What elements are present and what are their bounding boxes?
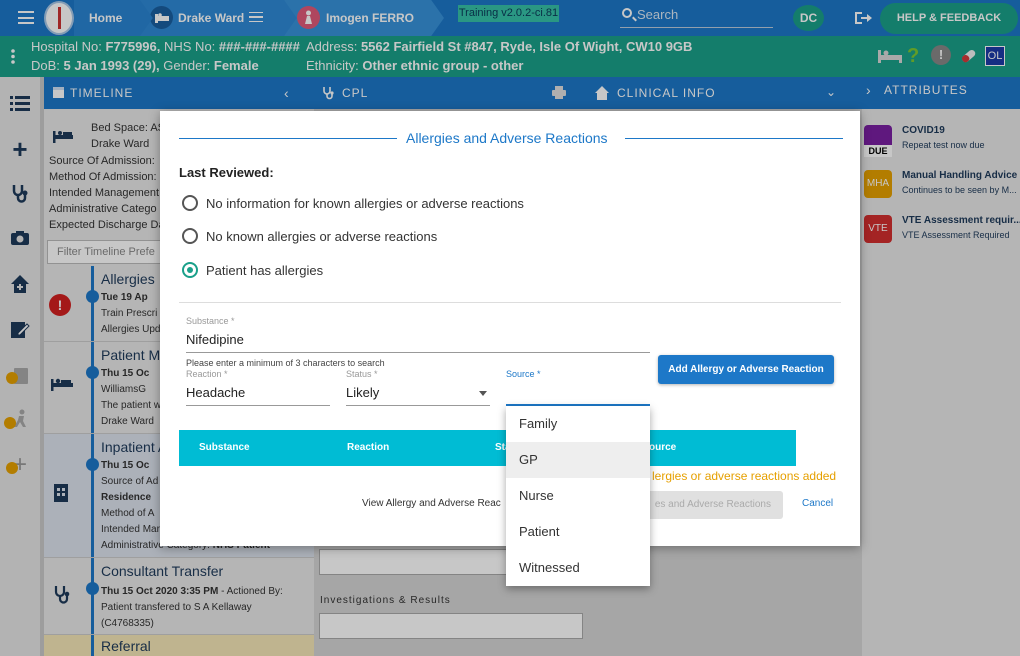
radio-no-known[interactable]: No known allergies or adverse reactions: [182, 228, 542, 246]
reaction-value: Headache: [186, 385, 246, 400]
column-source: ource: [649, 442, 677, 453]
radio-label: No information for known allergies or ad…: [206, 196, 524, 211]
divider: [179, 302, 841, 303]
dropdown-arrow-icon: [479, 391, 487, 396]
radio-label: No known allergies or adverse reactions: [206, 229, 438, 244]
cancel-button[interactable]: Cancel: [802, 498, 833, 509]
radio-button-selected[interactable]: [182, 262, 198, 278]
add-allergy-button[interactable]: Add Allergy or Adverse Reaction: [658, 355, 834, 384]
empty-message: lergies or adverse reactions added: [652, 469, 837, 483]
column-substance: Substance: [199, 442, 250, 453]
status-select[interactable]: Status * Likely: [346, 369, 490, 407]
source-option-gp[interactable]: GP: [506, 442, 650, 478]
substance-label: Substance *: [186, 316, 235, 326]
column-reaction: Reaction: [347, 442, 390, 453]
radio-label: Patient has allergies: [206, 263, 324, 278]
substance-field[interactable]: Substance * Nifedipine: [186, 316, 650, 354]
radio-no-information[interactable]: No information for known allergies or ad…: [182, 195, 542, 213]
radio-has-allergies[interactable]: Patient has allergies: [182, 262, 542, 280]
view-allergy-button[interactable]: View Allergy and Adverse Reac: [362, 498, 501, 509]
last-reviewed-label: Last Reviewed:: [179, 165, 274, 180]
status-label: Status *: [346, 369, 378, 379]
save-allergies-label: es and Adverse Reactions: [654, 499, 771, 510]
source-select[interactable]: Source *: [506, 369, 650, 407]
source-option-patient[interactable]: Patient: [506, 514, 650, 550]
dialog-title: Allergies and Adverse Reactions: [406, 130, 608, 146]
source-dropdown-menu: Family GP Nurse Patient Witnessed: [506, 406, 650, 586]
reaction-field[interactable]: Reaction * Headache: [186, 369, 330, 407]
source-option-nurse[interactable]: Nurse: [506, 478, 650, 514]
source-option-family[interactable]: Family: [506, 406, 650, 442]
radio-button[interactable]: [182, 228, 198, 244]
source-label: Source *: [506, 369, 541, 379]
status-value: Likely: [346, 385, 380, 400]
substance-value: Nifedipine: [186, 332, 244, 347]
source-option-witnessed[interactable]: Witnessed: [506, 550, 650, 586]
radio-button[interactable]: [182, 195, 198, 211]
reaction-label: Reaction *: [186, 369, 228, 379]
allergies-table-header: Substance Reaction Sta ource: [179, 430, 796, 466]
substance-hint: Please enter a minimum of 3 characters t…: [186, 358, 385, 368]
